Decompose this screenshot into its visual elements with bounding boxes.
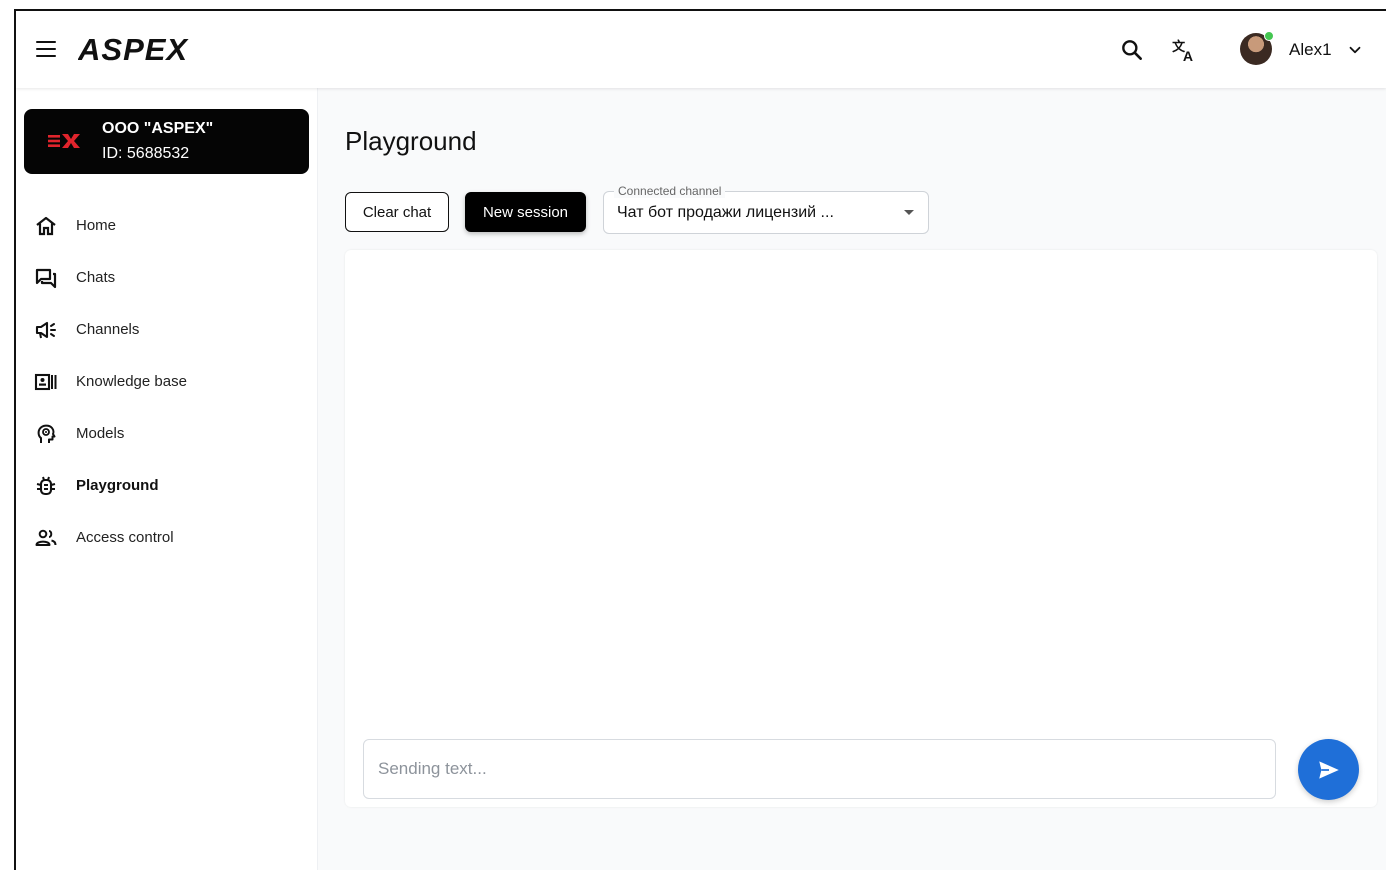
dropdown-arrow-icon	[904, 210, 914, 215]
sidebar-item-channels[interactable]: Channels	[16, 304, 317, 356]
sidebar-item-access-control[interactable]: Access control	[16, 512, 317, 564]
app-window: ASPEX 文 A Alex1 ООО "ASPEX" ID: 5688532 …	[14, 9, 1386, 870]
sidebar-item-label: Channels	[76, 321, 140, 338]
sidebar-item-home[interactable]: Home	[16, 200, 317, 252]
message-input[interactable]	[363, 739, 1276, 799]
brand-logo: ASPEX	[78, 35, 189, 65]
home-icon	[36, 216, 56, 236]
send-icon	[1318, 760, 1339, 779]
sidebar-item-label: Home	[76, 217, 117, 234]
sidebar-item-playground[interactable]: Playground	[16, 460, 317, 512]
org-name: ООО "ASPEX"	[102, 120, 214, 137]
send-button[interactable]	[1298, 739, 1359, 800]
brain-head-icon	[37, 424, 56, 443]
svg-text:ASPEX: ASPEX	[78, 35, 189, 65]
page-title: Playground	[345, 126, 477, 156]
translate-icon[interactable]: 文 A	[1171, 37, 1197, 63]
search-icon[interactable]	[1119, 37, 1145, 63]
chats-icon	[35, 268, 57, 289]
connected-channel-value: Чат бот продажи лицензий ...	[617, 204, 834, 221]
chevron-down-icon[interactable]	[1346, 41, 1364, 59]
sidebar-item-label: Models	[76, 425, 125, 442]
new-session-button[interactable]: New session	[465, 192, 586, 232]
organization-card[interactable]: ООО "ASPEX" ID: 5688532	[24, 109, 309, 174]
avatar[interactable]	[1240, 31, 1274, 65]
connected-channel-select[interactable]: Connected channel Чат бот продажи лиценз…	[603, 184, 929, 234]
sidebar-item-label: Chats	[76, 269, 116, 286]
sidebar-item-label: Access control	[76, 529, 174, 546]
bug-icon	[36, 476, 56, 496]
user-name[interactable]: Alex1	[1289, 40, 1332, 60]
org-logo-icon	[48, 134, 80, 148]
sidebar-item-label: Knowledge base	[76, 373, 187, 390]
clear-chat-button[interactable]: Clear chat	[345, 192, 449, 232]
menu-icon[interactable]	[36, 41, 56, 57]
sidebar-item-label: Playground	[76, 477, 159, 494]
knowledge-base-icon	[34, 373, 57, 391]
connected-channel-label: Connected channel	[614, 184, 726, 198]
top-bar: ASPEX 文 A Alex1	[16, 11, 1386, 88]
people-icon	[35, 529, 57, 546]
sidebar-nav: Home Chats Channels Knowledge base Model…	[16, 200, 317, 564]
megaphone-icon	[35, 321, 56, 339]
sidebar-item-knowledge-base[interactable]: Knowledge base	[16, 356, 317, 408]
online-status-dot	[1264, 31, 1274, 41]
sidebar-item-models[interactable]: Models	[16, 408, 317, 460]
sidebar-item-chats[interactable]: Chats	[16, 252, 317, 304]
sidebar: ООО "ASPEX" ID: 5688532 Home Chats Chann…	[16, 88, 318, 870]
svg-text:A: A	[1183, 48, 1193, 63]
chat-panel	[345, 250, 1377, 807]
org-id: ID: 5688532	[102, 145, 190, 162]
